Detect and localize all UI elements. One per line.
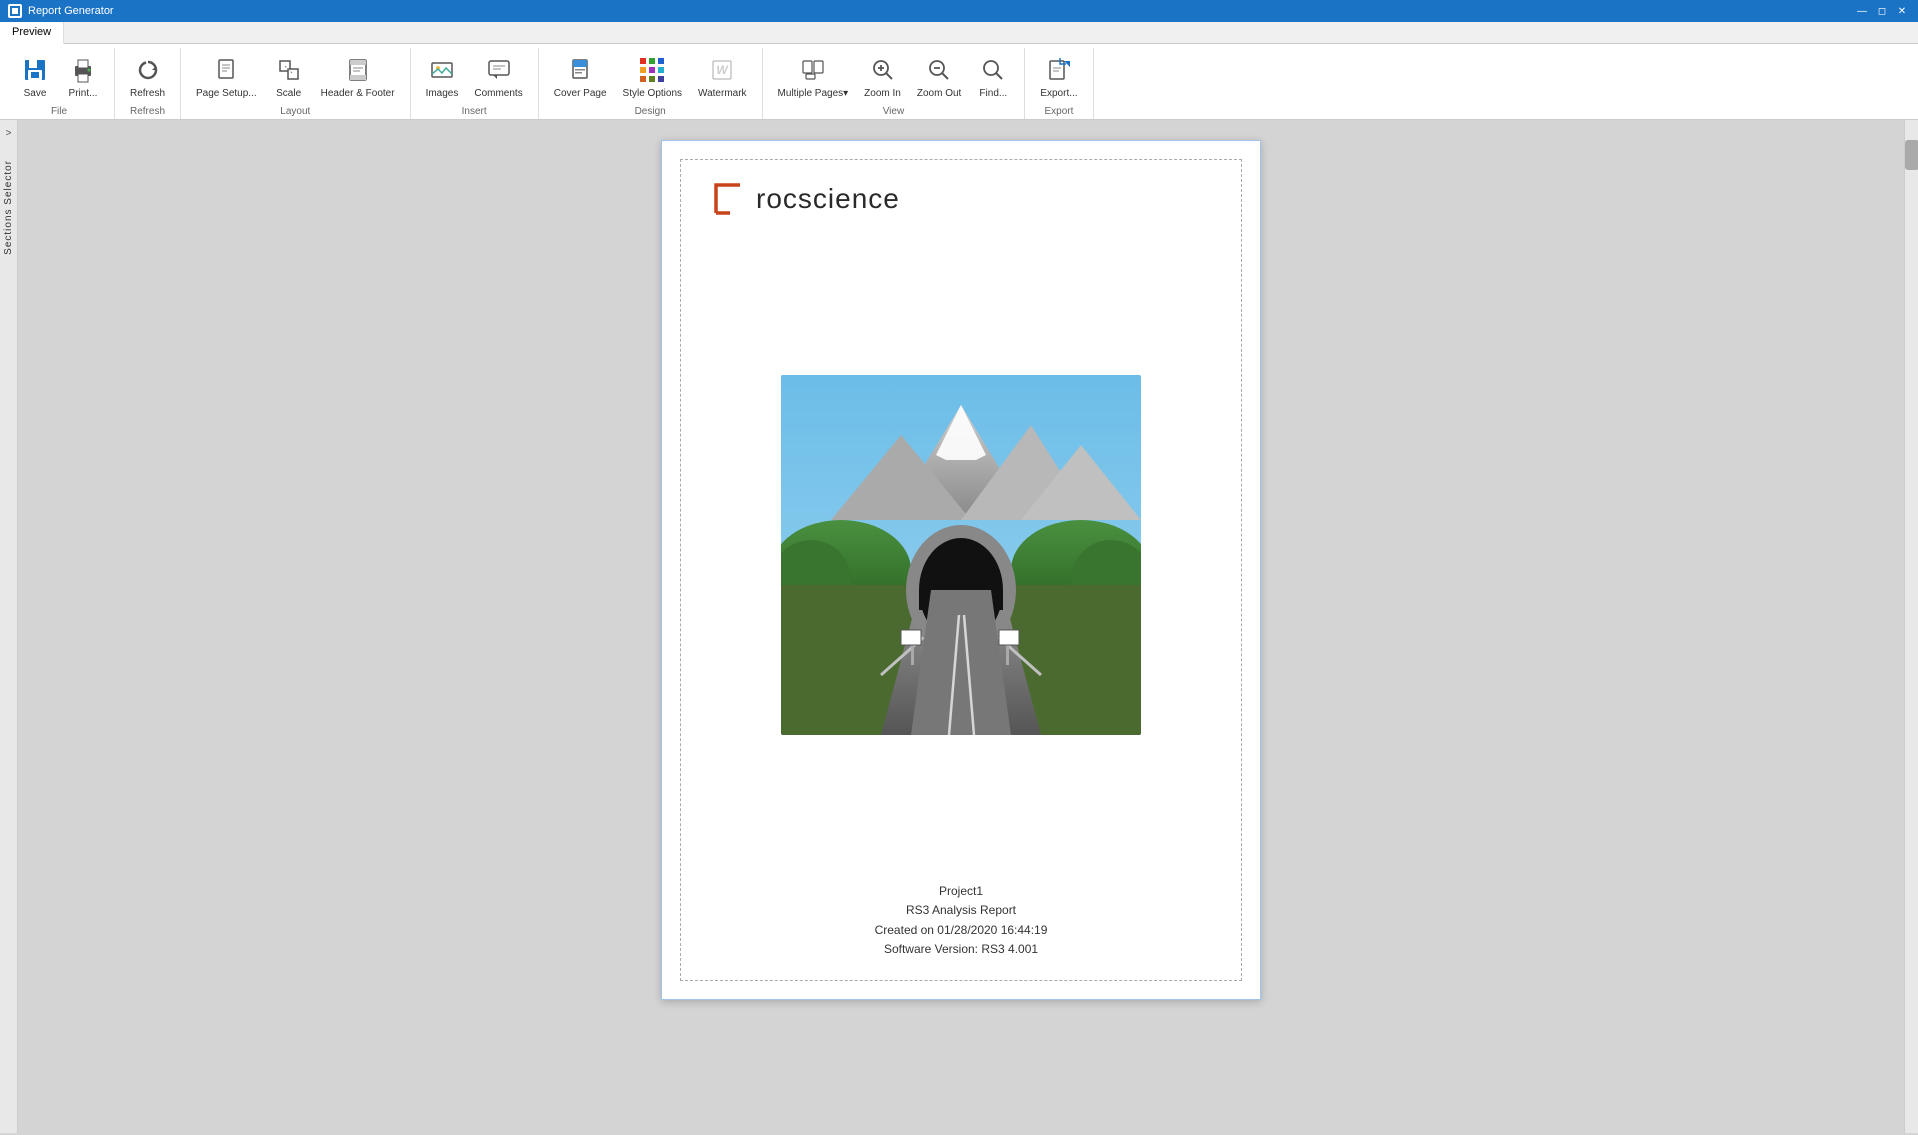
minimize-button[interactable]: — xyxy=(1854,3,1870,19)
ribbon-group-design: Cover Page Style Opti xyxy=(539,48,763,119)
ribbon-content: Save Print... File Refresh Refresh xyxy=(0,44,1918,120)
footer-line4: Software Version: RS3 4.001 xyxy=(712,940,1210,959)
scale-button[interactable]: Scale xyxy=(266,50,312,104)
ribbon-group-layout: Page Setup... Scale Header & Footer Layo… xyxy=(181,48,411,119)
restore-button[interactable]: ◻ xyxy=(1874,3,1890,19)
report-page: rocscience xyxy=(661,140,1261,1000)
header-footer-button[interactable]: Header & Footer xyxy=(314,50,402,104)
images-label: Images xyxy=(426,88,459,100)
multiple-pages-label: Multiple Pages▾ xyxy=(778,88,849,100)
style-options-button[interactable]: Style Options xyxy=(616,50,689,104)
page-setup-button[interactable]: Page Setup... xyxy=(189,50,264,104)
scale-label: Scale xyxy=(276,88,301,100)
multiple-pages-button[interactable]: Multiple Pages▾ xyxy=(771,50,856,104)
svg-text:W: W xyxy=(717,63,730,77)
find-button[interactable]: Find... xyxy=(970,50,1016,104)
app-title: Report Generator xyxy=(28,5,114,17)
export-icon xyxy=(1043,54,1075,86)
style-options-icon xyxy=(636,54,668,86)
logo-text: rocscience xyxy=(756,183,900,215)
comments-button[interactable]: Comments xyxy=(467,50,529,104)
style-options-label: Style Options xyxy=(623,88,682,100)
close-button[interactable]: ✕ xyxy=(1894,3,1910,19)
tunnel-image xyxy=(781,375,1141,735)
cover-page-label: Cover Page xyxy=(554,88,607,100)
page-setup-icon xyxy=(210,54,242,86)
find-label: Find... xyxy=(979,88,1007,100)
scale-icon xyxy=(273,54,305,86)
refresh-icon xyxy=(132,54,164,86)
title-bar-left: Report Generator xyxy=(8,4,114,18)
cover-page-button[interactable]: Cover Page xyxy=(547,50,614,104)
watermark-icon: W xyxy=(706,54,738,86)
main-area: > Sections Selector rocscience xyxy=(0,120,1918,1133)
vertical-scrollbar[interactable] xyxy=(1904,120,1918,1133)
refresh-group-label: Refresh xyxy=(123,104,172,120)
sections-selector-label: Sections Selector xyxy=(3,160,14,255)
center-image-area xyxy=(712,247,1210,862)
save-icon xyxy=(19,54,51,86)
footer-line3: Created on 01/28/2020 16:44:19 xyxy=(712,921,1210,940)
layout-group-label: Layout xyxy=(189,104,402,120)
sections-selector[interactable]: > Sections Selector xyxy=(0,120,18,1133)
view-group-items: Multiple Pages▾ Zoom In Zoom Out Find... xyxy=(771,50,1017,104)
design-group-items: Cover Page Style Opti xyxy=(547,50,754,104)
find-icon xyxy=(977,54,1009,86)
scrollbar-thumb[interactable] xyxy=(1905,140,1918,170)
sections-arrow: > xyxy=(6,128,12,139)
cover-page-icon xyxy=(564,54,596,86)
insert-group-label: Insert xyxy=(419,104,530,120)
logo-area: rocscience xyxy=(712,181,1210,217)
ribbon-group-file: Save Print... File xyxy=(4,48,115,119)
ribbon-group-refresh: Refresh Refresh xyxy=(115,48,181,119)
page-setup-label: Page Setup... xyxy=(196,88,257,100)
zoom-out-button[interactable]: Zoom Out xyxy=(910,50,968,104)
insert-group-items: Images Comments xyxy=(419,50,530,104)
print-label: Print... xyxy=(69,88,98,100)
ribbon-group-export: Export... Export xyxy=(1025,48,1093,119)
zoom-out-label: Zoom Out xyxy=(917,88,961,100)
view-group-label: View xyxy=(771,104,1017,120)
refresh-button[interactable]: Refresh xyxy=(123,50,172,104)
page-footer: Project1 RS3 Analysis Report Created on … xyxy=(712,882,1210,959)
export-label: Export... xyxy=(1040,88,1077,100)
window-controls[interactable]: — ◻ ✕ xyxy=(1854,3,1910,19)
ribbon-group-view: Multiple Pages▾ Zoom In Zoom Out Find... xyxy=(763,48,1026,119)
footer-line2: RS3 Analysis Report xyxy=(712,901,1210,920)
refresh-label: Refresh xyxy=(130,88,165,100)
zoom-in-icon xyxy=(867,54,899,86)
header-footer-icon xyxy=(342,54,374,86)
file-group-label: File xyxy=(12,104,106,120)
content-area: rocscience xyxy=(18,120,1904,1133)
zoom-out-icon xyxy=(923,54,955,86)
images-button[interactable]: Images xyxy=(419,50,466,104)
file-group-items: Save Print... xyxy=(12,50,106,104)
footer-line1: Project1 xyxy=(712,882,1210,901)
tab-preview[interactable]: Preview xyxy=(0,22,64,44)
watermark-button[interactable]: W Watermark xyxy=(691,50,754,104)
export-button[interactable]: Export... xyxy=(1033,50,1084,104)
layout-group-items: Page Setup... Scale Header & Footer xyxy=(189,50,402,104)
zoom-in-button[interactable]: Zoom In xyxy=(857,50,908,104)
export-group-label: Export xyxy=(1033,104,1084,120)
app-icon xyxy=(8,4,22,18)
save-label: Save xyxy=(24,88,47,100)
ribbon-tabs: Preview xyxy=(0,22,1918,44)
design-group-label: Design xyxy=(547,104,754,120)
images-icon xyxy=(426,54,458,86)
zoom-in-label: Zoom In xyxy=(864,88,901,100)
comments-icon xyxy=(483,54,515,86)
header-footer-label: Header & Footer xyxy=(321,88,395,100)
title-bar: Report Generator — ◻ ✕ xyxy=(0,0,1918,22)
ribbon-group-insert: Images Comments Insert xyxy=(411,48,539,119)
save-button[interactable]: Save xyxy=(12,50,58,104)
print-button[interactable]: Print... xyxy=(60,50,106,104)
logo-bracket xyxy=(712,181,746,217)
comments-label: Comments xyxy=(474,88,522,100)
watermark-label: Watermark xyxy=(698,88,747,100)
print-icon xyxy=(67,54,99,86)
export-group-items: Export... xyxy=(1033,50,1084,104)
multiple-pages-icon xyxy=(797,54,829,86)
refresh-group-items: Refresh xyxy=(123,50,172,104)
